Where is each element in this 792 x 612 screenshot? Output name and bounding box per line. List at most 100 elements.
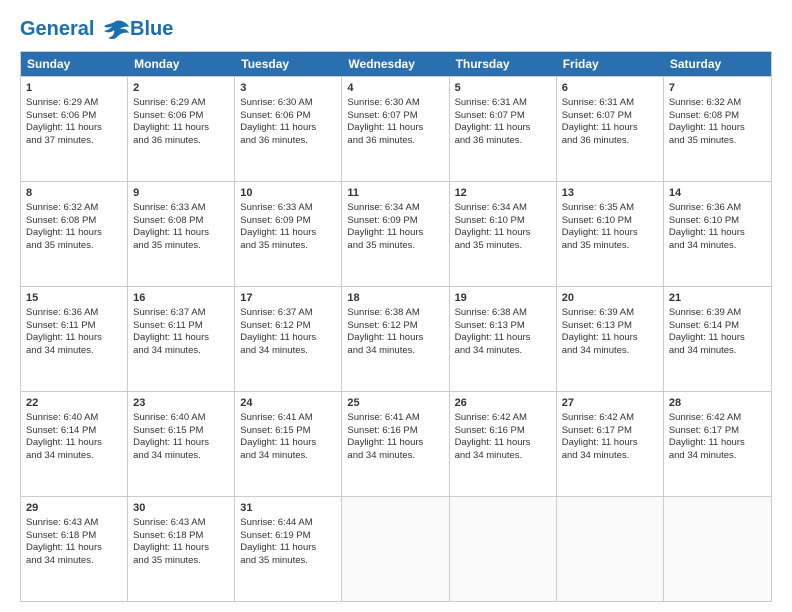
day-info-line: Sunrise: 6:40 AM: [133, 412, 229, 425]
day-info-line: Sunrise: 6:35 AM: [562, 202, 658, 215]
day-number: 9: [133, 186, 229, 201]
calendar-day-30: 30Sunrise: 6:43 AMSunset: 6:18 PMDayligh…: [128, 497, 235, 601]
header-day-monday: Monday: [128, 52, 235, 76]
day-number: 7: [669, 81, 766, 96]
logo-bird-icon: [102, 19, 130, 41]
day-info-line: Sunset: 6:19 PM: [240, 530, 336, 543]
day-number: 10: [240, 186, 336, 201]
day-info-line: Sunset: 6:12 PM: [240, 320, 336, 333]
day-info-line: Sunset: 6:15 PM: [133, 425, 229, 438]
day-number: 21: [669, 291, 766, 306]
day-info-line: Daylight: 11 hours: [26, 227, 122, 240]
day-info-line: Daylight: 11 hours: [240, 437, 336, 450]
day-info-line: Daylight: 11 hours: [347, 227, 443, 240]
day-number: 3: [240, 81, 336, 96]
day-info-line: and 35 minutes.: [669, 135, 766, 148]
day-info-line: Sunrise: 6:38 AM: [455, 307, 551, 320]
day-info-line: and 36 minutes.: [347, 135, 443, 148]
day-info-line: and 36 minutes.: [562, 135, 658, 148]
calendar-day-11: 11Sunrise: 6:34 AMSunset: 6:09 PMDayligh…: [342, 182, 449, 286]
day-number: 8: [26, 186, 122, 201]
day-info-line: Sunrise: 6:42 AM: [562, 412, 658, 425]
calendar-day-8: 8Sunrise: 6:32 AMSunset: 6:08 PMDaylight…: [21, 182, 128, 286]
calendar-day-14: 14Sunrise: 6:36 AMSunset: 6:10 PMDayligh…: [664, 182, 771, 286]
day-info-line: and 34 minutes.: [455, 450, 551, 463]
day-info-line: Sunset: 6:06 PM: [240, 110, 336, 123]
day-info-line: Daylight: 11 hours: [562, 122, 658, 135]
day-info-line: Sunrise: 6:37 AM: [133, 307, 229, 320]
calendar-day-12: 12Sunrise: 6:34 AMSunset: 6:10 PMDayligh…: [450, 182, 557, 286]
calendar-day-20: 20Sunrise: 6:39 AMSunset: 6:13 PMDayligh…: [557, 287, 664, 391]
day-info-line: Sunset: 6:07 PM: [562, 110, 658, 123]
day-info-line: Sunrise: 6:41 AM: [240, 412, 336, 425]
day-info-line: Sunrise: 6:43 AM: [133, 517, 229, 530]
day-info-line: and 35 minutes.: [26, 240, 122, 253]
day-info-line: Sunrise: 6:36 AM: [26, 307, 122, 320]
day-info-line: Sunset: 6:14 PM: [669, 320, 766, 333]
day-info-line: Sunset: 6:07 PM: [455, 110, 551, 123]
day-info-line: Sunrise: 6:34 AM: [347, 202, 443, 215]
day-number: 16: [133, 291, 229, 306]
day-info-line: Daylight: 11 hours: [455, 122, 551, 135]
day-info-line: Sunrise: 6:42 AM: [669, 412, 766, 425]
day-info-line: Daylight: 11 hours: [26, 542, 122, 555]
calendar-day-15: 15Sunrise: 6:36 AMSunset: 6:11 PMDayligh…: [21, 287, 128, 391]
day-info-line: and 35 minutes.: [240, 555, 336, 568]
day-info-line: Sunset: 6:16 PM: [347, 425, 443, 438]
calendar-day-19: 19Sunrise: 6:38 AMSunset: 6:13 PMDayligh…: [450, 287, 557, 391]
day-info-line: and 34 minutes.: [133, 450, 229, 463]
day-info-line: Sunrise: 6:41 AM: [347, 412, 443, 425]
calendar-day-9: 9Sunrise: 6:33 AMSunset: 6:08 PMDaylight…: [128, 182, 235, 286]
day-info-line: Sunset: 6:10 PM: [562, 215, 658, 228]
day-number: 25: [347, 396, 443, 411]
day-number: 29: [26, 501, 122, 516]
day-info-line: Daylight: 11 hours: [26, 122, 122, 135]
day-info-line: and 37 minutes.: [26, 135, 122, 148]
day-info-line: Daylight: 11 hours: [455, 332, 551, 345]
day-info-line: Sunset: 6:17 PM: [669, 425, 766, 438]
day-number: 1: [26, 81, 122, 96]
day-info-line: and 34 minutes.: [562, 345, 658, 358]
day-info-line: and 34 minutes.: [669, 345, 766, 358]
day-info-line: and 34 minutes.: [347, 450, 443, 463]
day-number: 4: [347, 81, 443, 96]
day-info-line: Sunset: 6:14 PM: [26, 425, 122, 438]
day-info-line: Sunrise: 6:38 AM: [347, 307, 443, 320]
day-info-line: Sunrise: 6:29 AM: [26, 97, 122, 110]
calendar-day-21: 21Sunrise: 6:39 AMSunset: 6:14 PMDayligh…: [664, 287, 771, 391]
header-day-thursday: Thursday: [450, 52, 557, 76]
calendar-day-10: 10Sunrise: 6:33 AMSunset: 6:09 PMDayligh…: [235, 182, 342, 286]
header-day-tuesday: Tuesday: [235, 52, 342, 76]
day-info-line: and 35 minutes.: [133, 240, 229, 253]
calendar-empty-cell: [664, 497, 771, 601]
day-info-line: Sunrise: 6:31 AM: [455, 97, 551, 110]
day-info-line: Sunrise: 6:43 AM: [26, 517, 122, 530]
day-info-line: Sunset: 6:13 PM: [562, 320, 658, 333]
day-info-line: Daylight: 11 hours: [562, 437, 658, 450]
day-info-line: Daylight: 11 hours: [133, 122, 229, 135]
calendar-empty-cell: [557, 497, 664, 601]
day-info-line: and 34 minutes.: [26, 555, 122, 568]
day-number: 18: [347, 291, 443, 306]
calendar-day-13: 13Sunrise: 6:35 AMSunset: 6:10 PMDayligh…: [557, 182, 664, 286]
calendar: SundayMondayTuesdayWednesdayThursdayFrid…: [20, 51, 772, 602]
day-info-line: and 34 minutes.: [240, 450, 336, 463]
day-info-line: Daylight: 11 hours: [347, 332, 443, 345]
day-info-line: Sunrise: 6:39 AM: [562, 307, 658, 320]
day-number: 30: [133, 501, 229, 516]
day-info-line: and 34 minutes.: [133, 345, 229, 358]
day-info-line: Daylight: 11 hours: [669, 122, 766, 135]
day-info-line: Sunrise: 6:40 AM: [26, 412, 122, 425]
day-info-line: Daylight: 11 hours: [669, 332, 766, 345]
day-info-line: and 34 minutes.: [26, 345, 122, 358]
calendar-week-3: 15Sunrise: 6:36 AMSunset: 6:11 PMDayligh…: [21, 286, 771, 391]
calendar-week-2: 8Sunrise: 6:32 AMSunset: 6:08 PMDaylight…: [21, 181, 771, 286]
day-info-line: and 35 minutes.: [133, 555, 229, 568]
day-number: 28: [669, 396, 766, 411]
day-info-line: Sunrise: 6:42 AM: [455, 412, 551, 425]
calendar-day-23: 23Sunrise: 6:40 AMSunset: 6:15 PMDayligh…: [128, 392, 235, 496]
day-info-line: Daylight: 11 hours: [133, 542, 229, 555]
calendar-week-5: 29Sunrise: 6:43 AMSunset: 6:18 PMDayligh…: [21, 496, 771, 601]
calendar-day-31: 31Sunrise: 6:44 AMSunset: 6:19 PMDayligh…: [235, 497, 342, 601]
calendar-day-17: 17Sunrise: 6:37 AMSunset: 6:12 PMDayligh…: [235, 287, 342, 391]
